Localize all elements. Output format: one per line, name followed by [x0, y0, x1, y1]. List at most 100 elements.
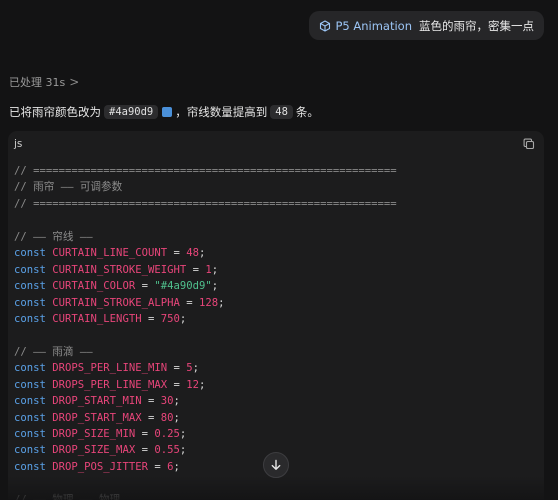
- code-token: ;: [199, 378, 206, 391]
- code-token: const: [14, 263, 53, 276]
- code-token: =: [141, 411, 161, 424]
- summary-middle: ，帘线数量提高到: [175, 105, 268, 119]
- code-token: DROP_SIZE_MIN: [52, 428, 136, 440]
- code-token: 750: [160, 312, 180, 325]
- code-token: =: [141, 312, 161, 325]
- code-token: DROPS_PER_LINE_MIN: [52, 362, 168, 375]
- code-line: // —— 帘线 ——: [14, 229, 538, 245]
- code-line: const DROP_START_MAX = 80;: [14, 410, 538, 426]
- code-token: =: [167, 362, 187, 375]
- code-token: =: [186, 263, 206, 276]
- code-line: const CURTAIN_STROKE_WEIGHT = 1;: [14, 262, 538, 278]
- code-line: const CURTAIN_COLOR = "#4a90d9";: [14, 278, 538, 294]
- code-token: =: [167, 378, 187, 391]
- code-token: // =====================================…: [14, 197, 397, 210]
- code-token: ;: [173, 411, 180, 424]
- code-token: "#4a90d9": [154, 280, 212, 293]
- summary-prefix: 已将雨帘颜色改为: [9, 105, 101, 119]
- user-message-bubble: P5 Animation 蓝色的雨帘，密集一点: [309, 11, 544, 40]
- code-line: const DROPS_PER_LINE_MIN = 5;: [14, 360, 538, 376]
- code-token: =: [141, 395, 161, 408]
- code-block: js // ==================================…: [8, 131, 544, 500]
- code-token: // 雨帘 —— 可调参数: [14, 181, 123, 194]
- assistant-summary: 已将雨帘颜色改为 #4a90d9 ，帘线数量提高到 48 条。: [9, 104, 319, 120]
- code-token: ;: [179, 444, 187, 457]
- code-token: const: [14, 460, 53, 473]
- code-token: const: [14, 378, 53, 391]
- project-tag[interactable]: P5 Animation: [335, 19, 412, 33]
- code-token: ;: [199, 247, 206, 260]
- code-token: 0.25: [154, 428, 180, 440]
- scroll-down-button[interactable]: [263, 452, 289, 478]
- arrow-down-icon: [270, 459, 282, 471]
- code-token: =: [135, 280, 155, 293]
- code-token: DROP_START_MAX: [52, 411, 142, 424]
- code-token: 48: [186, 247, 199, 260]
- code-token: const: [14, 312, 53, 325]
- code-token: ;: [211, 280, 219, 293]
- code-token: DROPS_PER_LINE_MAX: [52, 378, 168, 391]
- count-chip: 48: [270, 105, 293, 119]
- code-line: const CURTAIN_STROKE_ALPHA = 128;: [14, 295, 538, 311]
- code-token: =: [167, 247, 187, 260]
- code-token: =: [147, 460, 168, 473]
- code-token: // —— 雨滴 ——: [14, 345, 93, 358]
- code-token: 128: [198, 296, 219, 309]
- code-token: const: [14, 362, 53, 375]
- code-token: ;: [173, 460, 180, 473]
- code-header: js: [8, 131, 544, 157]
- code-token: // —— 帘线 ——: [14, 230, 93, 243]
- code-token: CURTAIN_LENGTH: [52, 312, 142, 325]
- code-token: DROP_POS_JITTER: [52, 460, 148, 473]
- code-token: DROP_START_MIN: [52, 395, 142, 408]
- code-token: =: [179, 296, 199, 309]
- color-swatch: [162, 107, 173, 117]
- code-token: const: [14, 247, 53, 260]
- code-token: ;: [211, 263, 219, 276]
- code-token: =: [135, 428, 155, 440]
- code-token: ;: [179, 312, 187, 325]
- processed-label: 已处理 31s: [9, 76, 66, 89]
- code-line: // =====================================…: [14, 163, 538, 179]
- cube-icon: [319, 19, 331, 32]
- code-token: 12: [186, 378, 199, 391]
- code-token: CURTAIN_COLOR: [52, 280, 136, 293]
- code-token: CURTAIN_LINE_COUNT: [52, 247, 168, 260]
- code-line: // —— 雨滴 ——: [14, 344, 538, 360]
- code-line: // 雨帘 —— 可调参数: [14, 179, 538, 195]
- code-token: 80: [160, 411, 174, 424]
- code-line: const DROPS_PER_LINE_MAX = 12;: [14, 377, 538, 393]
- code-token: const: [14, 280, 53, 293]
- code-token: 0.55: [154, 444, 180, 457]
- code-token: const: [14, 444, 53, 457]
- code-token: const: [14, 296, 53, 309]
- code-token: 30: [160, 395, 174, 408]
- code-token: ;: [179, 428, 187, 440]
- processed-toggle[interactable]: 已处理 31s >: [9, 74, 79, 90]
- code-line: // =====================================…: [14, 196, 538, 212]
- code-token: ;: [173, 395, 180, 408]
- code-token: // —— 物理 —— 物理: [14, 493, 121, 500]
- code-line: const DROP_SIZE_MIN = 0.25;: [14, 426, 538, 442]
- code-line: const CURTAIN_LENGTH = 750;: [14, 311, 538, 327]
- code-token: CURTAIN_STROKE_WEIGHT: [52, 263, 187, 276]
- code-token: DROP_SIZE_MAX: [52, 444, 136, 457]
- code-language: js: [14, 138, 23, 150]
- code-token: =: [135, 444, 155, 457]
- chat-page: P5 Animation 蓝色的雨帘，密集一点 已处理 31s > 已将雨帘颜色…: [0, 0, 558, 500]
- code-token: const: [14, 428, 53, 440]
- code-body: // =====================================…: [8, 157, 544, 500]
- copy-icon[interactable]: [522, 137, 536, 151]
- code-token: // =====================================…: [14, 165, 397, 177]
- code-line: // —— 物理 —— 物理: [14, 492, 538, 500]
- color-value-chip: #4a90d9: [104, 105, 159, 119]
- code-token: const: [14, 395, 53, 408]
- code-token: const: [14, 411, 53, 424]
- code-token: ;: [218, 296, 225, 309]
- chevron-right-icon: >: [69, 75, 80, 89]
- code-line: const CURTAIN_LINE_COUNT = 48;: [14, 245, 538, 261]
- code-token: CURTAIN_STROKE_ALPHA: [52, 296, 180, 309]
- code-token: ;: [192, 362, 200, 375]
